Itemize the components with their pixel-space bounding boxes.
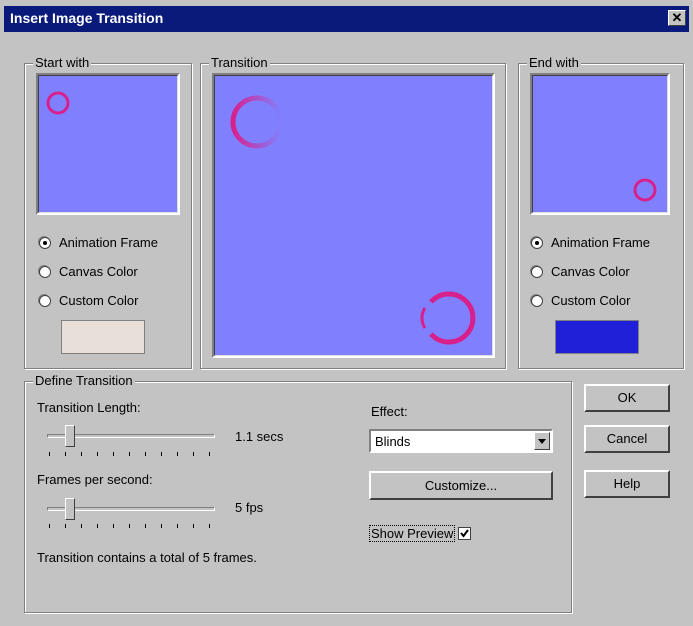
end-with-legend: End with (527, 55, 581, 70)
fps-value: 5 fps (235, 500, 264, 515)
end-option-custom-color[interactable]: Custom Color (531, 293, 630, 308)
start-custom-color-swatch[interactable] (61, 320, 145, 354)
close-button[interactable]: ✕ (668, 10, 686, 26)
transition-rings (230, 95, 476, 345)
cancel-button[interactable]: Cancel (584, 425, 670, 453)
title-bar[interactable]: Insert Image Transition ✕ (4, 6, 689, 32)
effect-select-value: Blinds (375, 434, 411, 449)
frames-summary: Transition contains a total of 5 frames. (37, 550, 257, 565)
start-option-custom-color[interactable]: Custom Color (39, 293, 138, 308)
transition-length-ticks (49, 452, 219, 458)
show-preview-label: Show Preview (369, 525, 456, 542)
start-option-canvas-color[interactable]: Canvas Color (39, 264, 138, 279)
close-icon: ✕ (671, 10, 683, 25)
chevron-down-icon[interactable] (534, 432, 550, 450)
effect-label: Effect: (371, 404, 408, 419)
radio-selected-icon (39, 236, 51, 249)
checkbox-checked-icon (458, 527, 472, 540)
transition-length-label: Transition Length: (37, 400, 141, 415)
cancel-button-label: Cancel (606, 431, 648, 446)
define-transition-group: Define Transition Transition Length: 1.1… (24, 373, 572, 613)
end-option-canvas-color[interactable]: Canvas Color (531, 264, 630, 279)
ok-button[interactable]: OK (584, 384, 670, 412)
end-option-animation-frame[interactable]: Animation Frame (531, 235, 650, 250)
radio-icon (531, 294, 543, 307)
customize-button[interactable]: Customize... (369, 471, 553, 500)
dialog-window: Insert Image Transition ✕ Start with Ani… (0, 0, 693, 626)
effect-select[interactable]: Blinds (369, 429, 553, 453)
start-option-label: Custom Color (59, 293, 139, 308)
fps-label: Frames per second: (37, 472, 153, 487)
fps-ticks (49, 524, 219, 530)
radio-icon (39, 265, 51, 278)
end-option-label: Canvas Color (551, 264, 630, 279)
help-button[interactable]: Help (584, 470, 670, 498)
radio-icon (39, 294, 51, 307)
start-option-label: Canvas Color (59, 264, 138, 279)
end-with-group: End with Animation Frame Canvas Color Cu… (518, 55, 684, 369)
customize-button-label: Customize... (424, 478, 498, 493)
end-preview (530, 73, 670, 215)
start-option-animation-frame[interactable]: Animation Frame (39, 235, 158, 250)
end-option-label: Animation Frame (551, 235, 650, 250)
start-with-legend: Start with (33, 55, 92, 70)
transition-preview (212, 73, 495, 358)
transition-legend: Transition (209, 55, 270, 70)
transition-group: Transition (200, 55, 506, 369)
transition-length-thumb[interactable] (65, 425, 75, 447)
start-ring (46, 91, 70, 115)
end-ring (633, 178, 657, 202)
dialog-title: Insert Image Transition (10, 10, 164, 26)
start-option-label: Animation Frame (59, 235, 158, 250)
start-with-group: Start with Animation Frame Canvas Color … (24, 55, 192, 369)
end-option-label: Custom Color (551, 293, 631, 308)
ok-button-label: OK (617, 390, 637, 405)
start-preview (36, 73, 180, 215)
fps-thumb[interactable] (65, 498, 75, 520)
help-button-label: Help (613, 476, 641, 491)
radio-icon (531, 265, 543, 278)
define-transition-legend: Define Transition (33, 373, 135, 388)
show-preview-checkbox[interactable]: Show Preview (369, 525, 472, 542)
radio-selected-icon (531, 236, 543, 249)
end-custom-color-swatch[interactable] (555, 320, 639, 354)
transition-length-value: 1.1 secs (235, 429, 284, 444)
